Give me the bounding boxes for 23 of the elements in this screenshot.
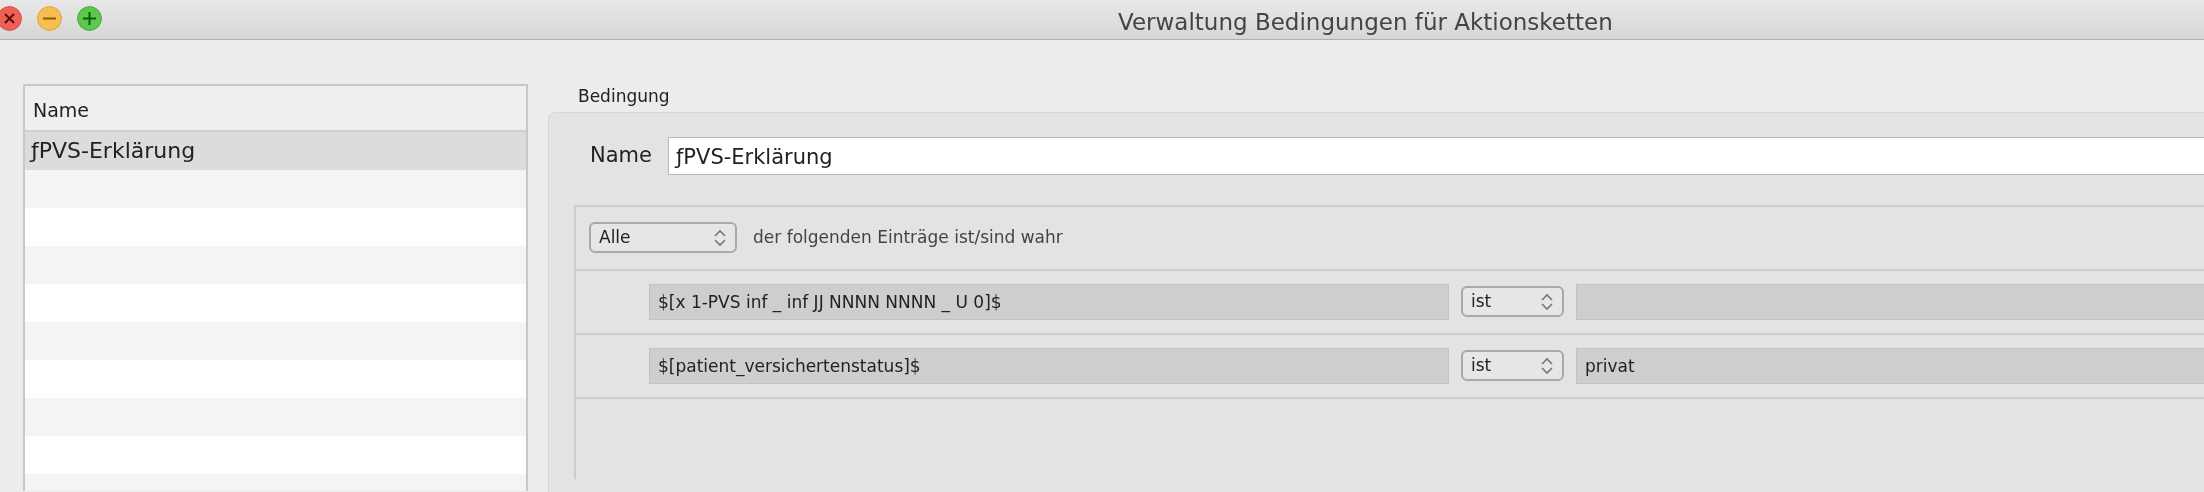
variable-field[interactable]: $[x 1-PVS inf _ inf JJ NNNN NNNN _ U 0]$ — [649, 283, 1449, 320]
chevron-icon — [1540, 355, 1554, 376]
chevron-icon — [713, 227, 727, 248]
value-field[interactable]: privat — [1576, 347, 2204, 384]
column-header[interactable]: Name — [25, 86, 526, 132]
minimize-icon[interactable] — [37, 6, 62, 31]
name-field[interactable]: ƒPVS-Erklärung — [667, 136, 2204, 175]
operator-dropdown[interactable]: ist — [1461, 286, 1564, 317]
value-field[interactable] — [1576, 283, 2204, 320]
quantifier-dropdown[interactable]: Alle — [589, 222, 737, 253]
maximize-icon[interactable] — [77, 6, 102, 31]
close-icon[interactable] — [0, 6, 22, 31]
chevron-icon — [1540, 291, 1554, 312]
dropdown-value: Alle — [599, 225, 631, 249]
dropdown-value: ist — [1471, 353, 1492, 377]
operator-dropdown[interactable]: ist — [1461, 350, 1564, 381]
dropdown-value: ist — [1471, 289, 1492, 313]
list-item[interactable]: ƒPVS-Erklärung — [25, 132, 526, 170]
quantifier-text: der folgenden Einträge ist/sind wahr — [753, 225, 1063, 249]
name-label: Name — [590, 141, 652, 169]
variable-field[interactable]: $[patient_versichertenstatus]$ — [649, 347, 1449, 384]
group-title: Bedingung — [577, 85, 671, 108]
window-title: Verwaltung Bedingungen für Aktionsketten — [1118, 8, 1613, 37]
